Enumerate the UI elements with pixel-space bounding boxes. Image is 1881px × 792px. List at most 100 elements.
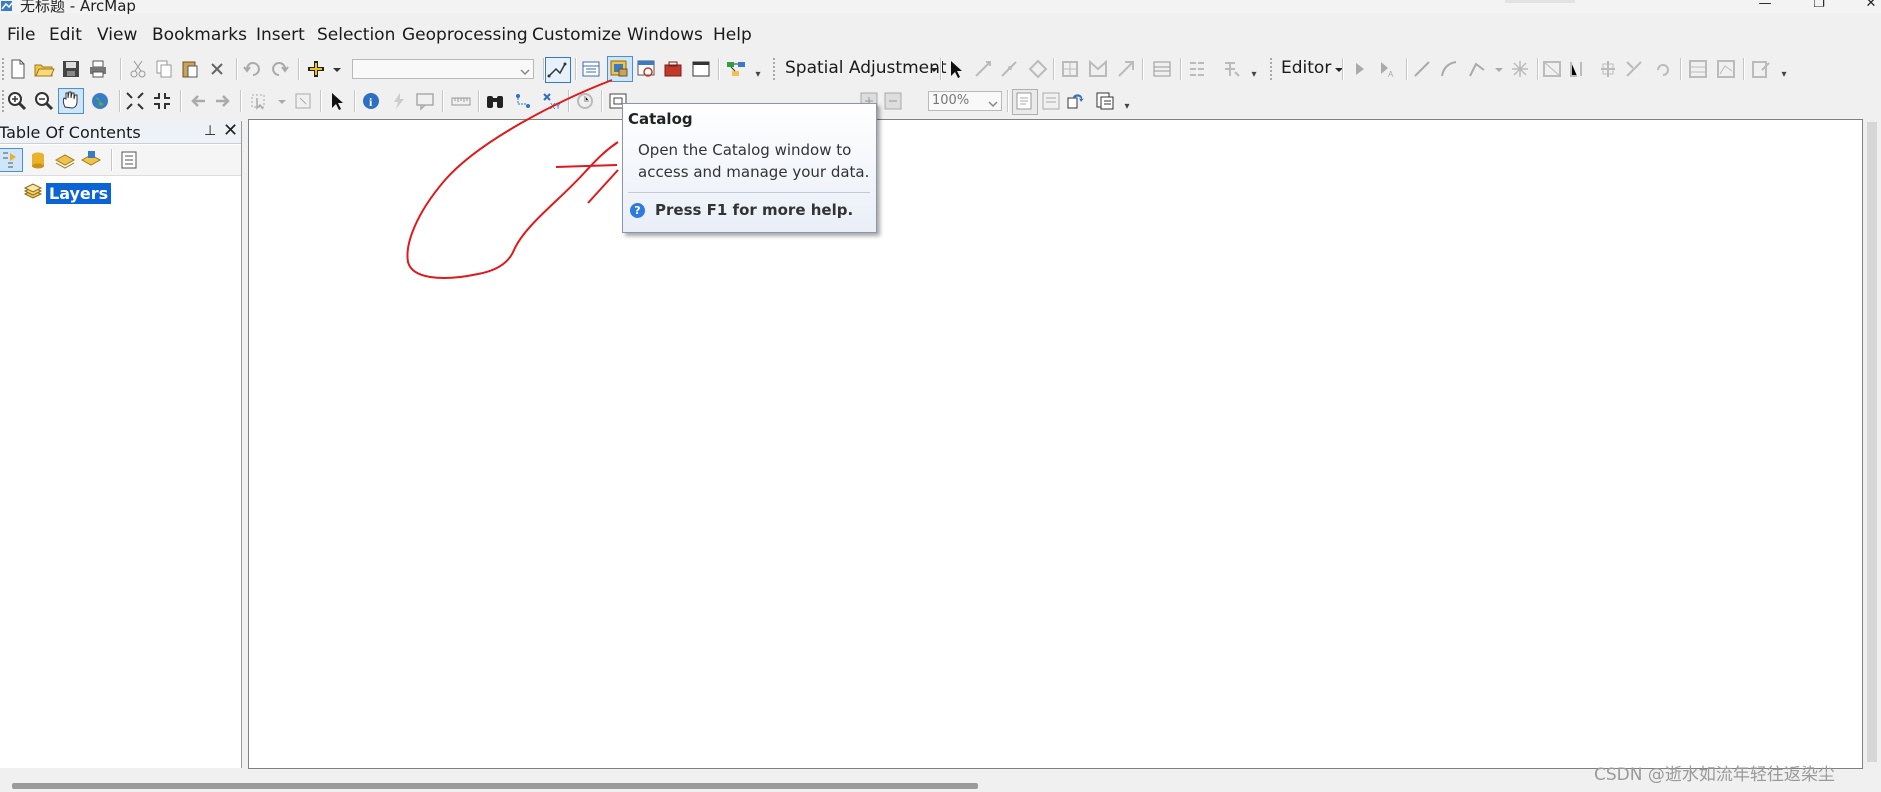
new-limited-adjustment-area-icon[interactable] [1087, 58, 1109, 80]
edit-tool-icon[interactable] [1349, 58, 1371, 80]
point-tool-icon[interactable] [1509, 58, 1531, 80]
close-button[interactable]: ✕ [1851, 0, 1881, 14]
modelbuilder-icon[interactable] [725, 58, 747, 80]
redo-icon[interactable] [269, 58, 291, 80]
python-window-icon[interactable] [690, 58, 712, 80]
toolbar-grip[interactable] [1270, 58, 1275, 80]
back-arrow-icon[interactable] [187, 90, 209, 112]
save-icon[interactable] [60, 58, 82, 80]
menu-selection[interactable]: Selection [317, 25, 395, 45]
zoom-percent-combobox[interactable]: 100% [928, 91, 1002, 111]
menu-windows[interactable]: Windows [627, 25, 703, 45]
toc-close-icon[interactable]: ✕ [223, 120, 238, 141]
html-popup-icon[interactable] [414, 90, 436, 112]
vertical-scroll-thumb[interactable] [1867, 122, 1877, 762]
editor-menu[interactable]: Editor [1281, 58, 1331, 78]
pin-icon[interactable]: ⊥ [204, 123, 216, 139]
add-data-icon[interactable] [305, 58, 327, 80]
reshape-feature-icon[interactable] [1567, 58, 1589, 80]
table-of-contents-icon[interactable] [580, 58, 602, 80]
cut-polygons-icon[interactable] [1597, 58, 1619, 80]
list-by-selection-icon[interactable] [80, 149, 102, 171]
overflow-chevron-icon[interactable]: ▾ [753, 58, 763, 80]
full-extent-globe-icon[interactable] [89, 90, 111, 112]
menu-geoprocessing[interactable]: Geoprocessing [402, 25, 528, 45]
multi-displacement-icon[interactable] [1027, 58, 1049, 80]
straight-segment-icon[interactable] [1411, 58, 1433, 80]
paste-icon[interactable] [179, 58, 201, 80]
arctoolbox-icon[interactable] [662, 58, 684, 80]
edit-annotation-tool-icon[interactable]: A [1376, 58, 1398, 80]
editor-toolbar-icon[interactable] [545, 57, 571, 83]
edit-vertices-icon[interactable] [1541, 58, 1563, 80]
measure-icon[interactable] [450, 90, 472, 112]
trace-dropdown-icon[interactable] [1488, 58, 1503, 80]
edge-match-icon[interactable] [1186, 58, 1208, 80]
attribute-transfer-icon[interactable] [1221, 58, 1243, 80]
vertical-scrollbar[interactable] [1863, 119, 1881, 767]
change-layout-icon[interactable] [1065, 90, 1087, 112]
trace-tool-icon[interactable] [1466, 58, 1488, 80]
add-data-dropdown-icon[interactable] [326, 58, 341, 80]
split-tool-icon[interactable] [1623, 58, 1645, 80]
menu-help[interactable]: Help [713, 25, 752, 45]
create-features-icon[interactable] [1750, 58, 1772, 80]
menu-file[interactable]: File [7, 25, 35, 45]
cut-icon[interactable] [127, 58, 149, 80]
new-displacement-link-icon[interactable] [972, 58, 994, 80]
list-by-source-icon[interactable] [27, 149, 49, 171]
fixed-zoom-out-icon[interactable] [151, 90, 173, 112]
attributes-icon[interactable] [1687, 58, 1709, 80]
end-point-arc-icon[interactable] [1438, 58, 1460, 80]
zoom-in-icon[interactable] [6, 90, 28, 112]
scale-combobox[interactable] [352, 59, 534, 79]
time-slider-icon[interactable] [574, 90, 596, 112]
print-icon[interactable] [87, 58, 109, 80]
data-driven-pages-icon[interactable] [1094, 90, 1116, 112]
catalog-button[interactable] [607, 56, 633, 82]
forward-arrow-icon[interactable] [212, 90, 234, 112]
clear-selection-icon[interactable] [292, 90, 314, 112]
restore-button[interactable]: ❐ [1799, 0, 1839, 14]
rotate-tool-icon[interactable] [1652, 58, 1674, 80]
menu-customize[interactable]: Customize [532, 25, 621, 45]
clear-limited-adjustment-area-icon[interactable] [1115, 58, 1137, 80]
find-route-icon[interactable] [512, 90, 534, 112]
select-elements-icon[interactable] [326, 90, 348, 112]
menu-insert[interactable]: Insert [256, 25, 305, 45]
zoom-out-icon[interactable] [33, 90, 55, 112]
menu-view[interactable]: View [97, 25, 137, 45]
menu-bookmarks[interactable]: Bookmarks [152, 25, 247, 45]
overflow-chevron-icon[interactable]: ▾ [1249, 58, 1259, 80]
view-link-table-icon[interactable] [1151, 58, 1173, 80]
find-binoculars-icon[interactable] [484, 90, 506, 112]
modify-link-icon[interactable] [998, 58, 1020, 80]
go-to-xy-icon[interactable]: XY [540, 90, 562, 112]
toc-options-icon[interactable] [118, 149, 140, 171]
minimize-button[interactable]: — [1745, 0, 1785, 14]
layout-zoom-out-icon[interactable] [882, 90, 904, 112]
identity-link-icon[interactable] [1059, 58, 1081, 80]
focus-data-frame-icon[interactable] [1040, 90, 1062, 112]
new-document-icon[interactable] [7, 58, 29, 80]
menu-edit[interactable]: Edit [49, 25, 82, 45]
toggle-draft-mode-icon[interactable] [1012, 89, 1038, 115]
overflow-chevron-icon[interactable]: ▾ [1122, 90, 1132, 112]
spatial-adjustment-dropdown-icon[interactable] [923, 58, 938, 80]
chevron-down-icon[interactable] [987, 95, 999, 108]
search-window-icon[interactable] [635, 58, 657, 80]
overflow-chevron-icon[interactable]: ▾ [1779, 58, 1789, 80]
editor-dropdown-icon[interactable] [1328, 58, 1343, 80]
list-by-drawing-order-icon[interactable] [0, 148, 23, 172]
select-features-icon[interactable] [248, 90, 270, 112]
toolbar-grip[interactable] [773, 58, 778, 80]
select-features-dropdown-icon[interactable] [271, 90, 286, 112]
select-elements-arrow-icon[interactable] [945, 58, 967, 80]
identify-icon[interactable]: i [360, 90, 382, 112]
chevron-down-icon[interactable] [519, 63, 531, 76]
horizontal-scroll-thumb[interactable] [12, 783, 978, 789]
hyperlink-icon[interactable] [388, 90, 410, 112]
map-display[interactable] [248, 119, 1863, 769]
fixed-zoom-in-icon[interactable] [124, 90, 146, 112]
layers-label[interactable]: Layers [46, 183, 112, 204]
